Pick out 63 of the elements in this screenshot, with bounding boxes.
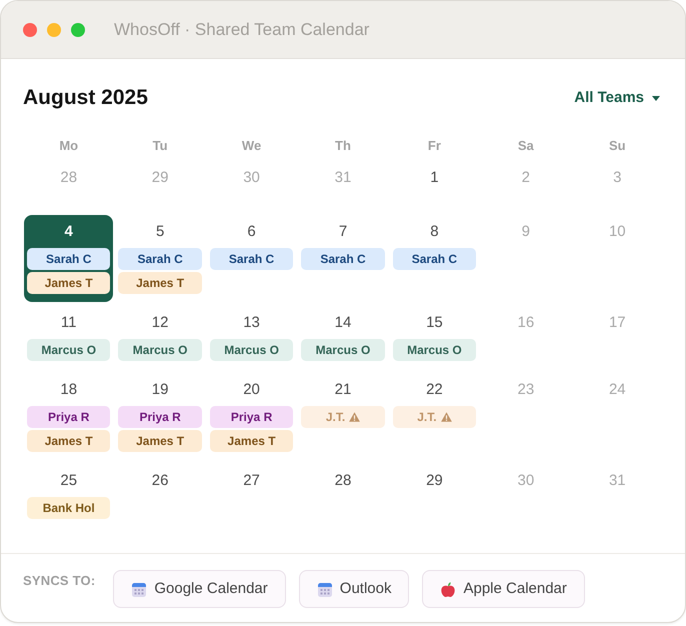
day-number[interactable]: 7 <box>338 219 348 245</box>
day-number[interactable]: 5 <box>156 219 164 245</box>
caret-icon <box>652 96 660 100</box>
month-title: August 2025 <box>23 85 148 111</box>
leave-entry[interactable]: Sarah C <box>27 248 110 270</box>
warning-icon <box>349 412 360 422</box>
day-number[interactable]: 28 <box>334 468 352 494</box>
leave-entry[interactable]: James T <box>210 430 294 452</box>
day-number[interactable]: 20 <box>243 377 260 403</box>
day-number[interactable]: 6 <box>247 219 256 245</box>
leave-entry[interactable]: Sarah C <box>210 248 294 270</box>
weekday-label: Mo <box>59 137 78 155</box>
sync-button[interactable]: Apple Calendar <box>422 570 585 608</box>
leave-entry[interactable]: Marcus O <box>301 339 385 361</box>
day-number[interactable]: 14 <box>334 310 352 336</box>
warning-icon <box>440 412 452 422</box>
team-filter-dropdown[interactable]: All Teams <box>574 86 660 110</box>
day-number[interactable]: 19 <box>152 377 168 403</box>
weekday-label: Sa <box>518 137 534 155</box>
leave-entry[interactable]: James T <box>27 430 110 452</box>
day-number[interactable]: 1 <box>430 165 439 191</box>
day-number[interactable]: 29 <box>426 468 443 494</box>
leave-entry[interactable]: Sarah C <box>392 248 476 270</box>
day-number[interactable]: 21 <box>334 377 352 403</box>
weekday-label: Tu <box>152 137 168 155</box>
calendar-icon <box>318 582 332 596</box>
weekday-label: Fr <box>428 137 441 155</box>
leave-entry[interactable]: Priya R <box>118 406 202 428</box>
day-number[interactable]: 15 <box>426 310 443 336</box>
leave-entry[interactable]: James T <box>118 272 202 294</box>
day-number[interactable]: 8 <box>430 219 439 245</box>
day-number[interactable]: 26 <box>152 468 168 494</box>
leave-entry[interactable]: Marcus O <box>210 339 294 361</box>
leave-entry[interactable]: Priya R <box>210 406 294 428</box>
leave-entry[interactable]: Priya R <box>27 406 110 428</box>
day-number[interactable]: 22 <box>426 377 443 403</box>
syncs-to-label: SYNCS TO: <box>23 573 96 589</box>
leave-entry[interactable]: Marcus O <box>392 339 476 361</box>
leave-entry[interactable]: James T <box>27 272 110 294</box>
leave-entry[interactable]: Marcus O <box>27 339 110 361</box>
sync-button[interactable]: Google Calendar <box>113 570 286 608</box>
minimize-icon[interactable] <box>47 22 61 36</box>
day-number[interactable]: 4 <box>64 219 73 245</box>
day-number[interactable]: 11 <box>60 310 76 336</box>
leave-entry[interactable]: Marcus O <box>118 339 202 361</box>
day-number[interactable]: 13 <box>243 310 260 336</box>
weekday-label: We <box>242 137 262 155</box>
weekday-label: Su <box>608 137 626 155</box>
window-title: WhosOff · Shared Team Calendar <box>114 18 370 41</box>
apple-icon <box>441 582 456 596</box>
day-number[interactable]: 18 <box>60 377 78 403</box>
weekday-label: Th <box>335 137 351 155</box>
leave-entry[interactable]: Sarah C <box>301 248 385 270</box>
leave-entry[interactable]: Bank Hol <box>27 497 110 519</box>
day-number[interactable]: 12 <box>152 310 168 336</box>
close-icon[interactable] <box>23 22 37 36</box>
day-number[interactable]: 27 <box>243 468 260 494</box>
leave-entry[interactable]: James T <box>118 430 202 452</box>
maximize-icon[interactable] <box>71 22 85 36</box>
sync-button[interactable]: Outlook <box>298 570 410 608</box>
calendar-icon <box>132 582 146 596</box>
day-number[interactable]: 25 <box>60 468 78 494</box>
leave-entry[interactable]: Sarah C <box>118 248 202 270</box>
